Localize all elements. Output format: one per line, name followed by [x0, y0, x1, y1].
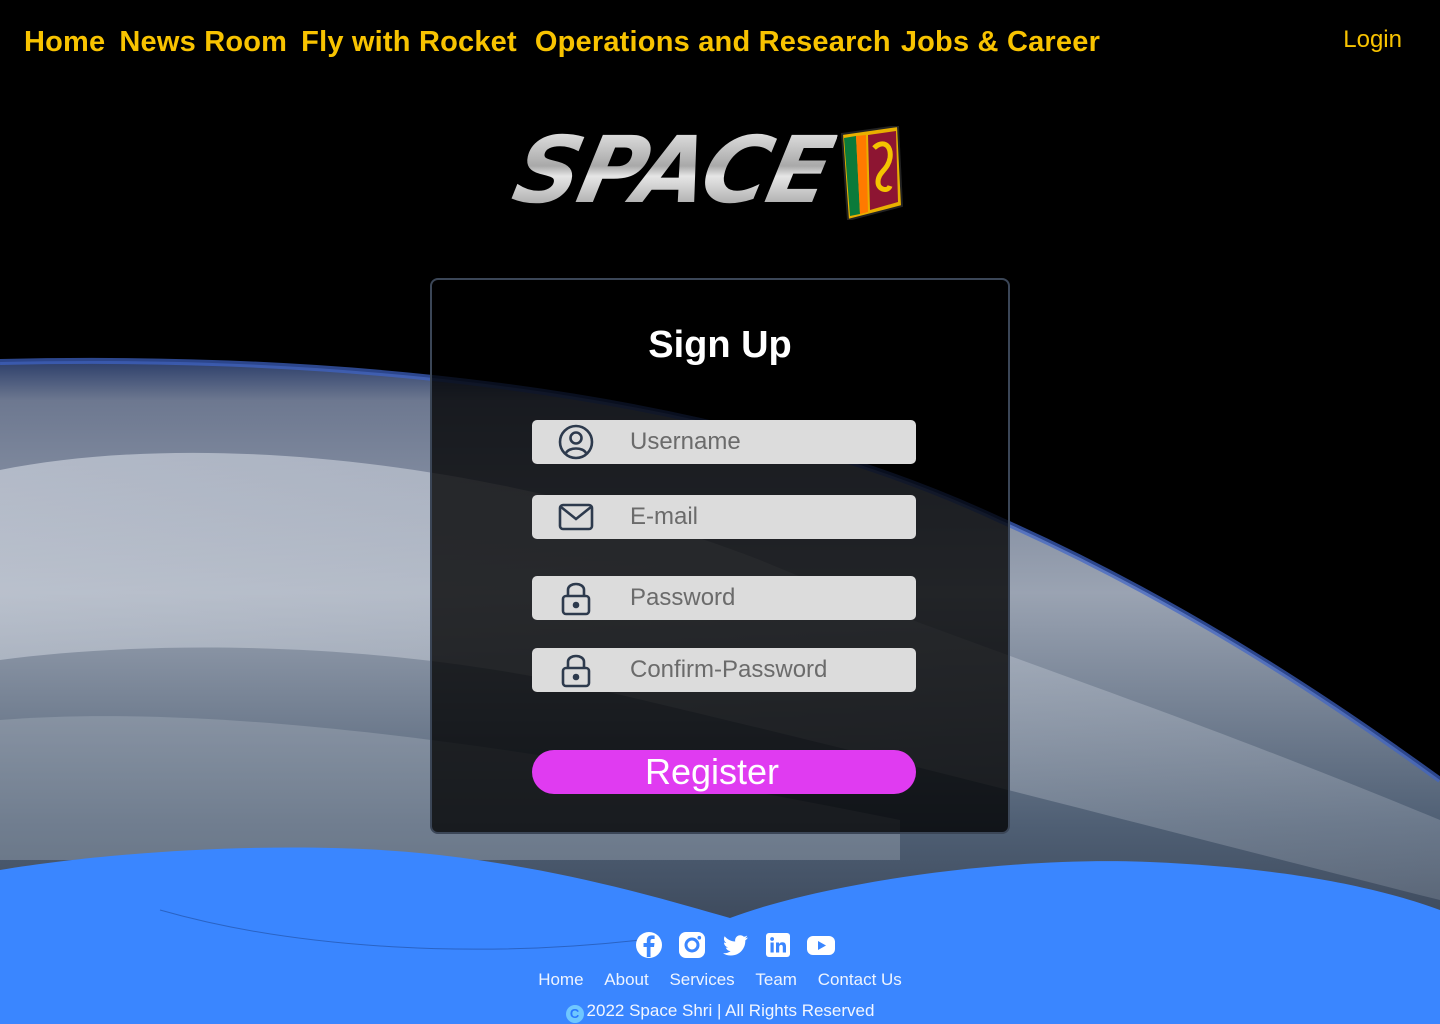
username-input[interactable] [630, 420, 906, 464]
footer-link-team[interactable]: Team [755, 970, 797, 989]
login-link[interactable]: Login [1343, 26, 1402, 54]
email-field [532, 495, 916, 539]
footer-link-contact-us[interactable]: Contact Us [818, 970, 902, 989]
twitter-icon[interactable] [720, 930, 750, 960]
password-input[interactable] [630, 576, 906, 620]
envelope-icon [558, 503, 594, 531]
footer-link-services[interactable]: Services [669, 970, 734, 989]
footer-links: Home About Services Team Contact Us [0, 970, 1440, 990]
user-circle-icon [558, 424, 594, 460]
confirm-password-input[interactable] [630, 648, 906, 692]
youtube-icon[interactable] [806, 930, 836, 960]
nav-home[interactable]: Home [24, 26, 105, 59]
confirm-password-field [532, 648, 916, 692]
username-field [532, 420, 916, 464]
footer-link-home[interactable]: Home [538, 970, 583, 989]
flag-emblem-icon [840, 126, 904, 220]
signup-card: Sign Up Register [430, 278, 1010, 834]
linkedin-icon[interactable] [763, 930, 793, 960]
signup-title: Sign Up [648, 324, 792, 366]
lock-icon [561, 582, 591, 616]
nav-operations-and-research[interactable]: Operations and Research [535, 26, 891, 59]
copyright-text: 2022 Space Shri | All Rights Reserved [586, 1001, 875, 1020]
nav-news-room[interactable]: News Room [119, 26, 287, 59]
top-navigation: Home News Room Fly with Rocket Operation… [24, 22, 1114, 62]
copyright-icon: C [565, 1005, 584, 1023]
password-field [532, 576, 916, 620]
lock-icon [561, 654, 591, 688]
register-button[interactable]: Register [532, 750, 916, 794]
email-input[interactable] [630, 495, 906, 539]
instagram-icon[interactable] [677, 930, 707, 960]
logo-wordmark: SPACE [504, 117, 842, 224]
copyright-notice: C 2022 Space Shri | All Rights Reserved [0, 1001, 1440, 1023]
nav-fly-with-rocket[interactable]: Fly with Rocket [301, 26, 517, 59]
facebook-icon[interactable] [634, 930, 664, 960]
footer-link-about[interactable]: About [604, 970, 648, 989]
space-logo: SPACE [505, 117, 906, 224]
social-links [634, 929, 849, 961]
nav-jobs-and-career[interactable]: Jobs & Career [901, 26, 1100, 59]
